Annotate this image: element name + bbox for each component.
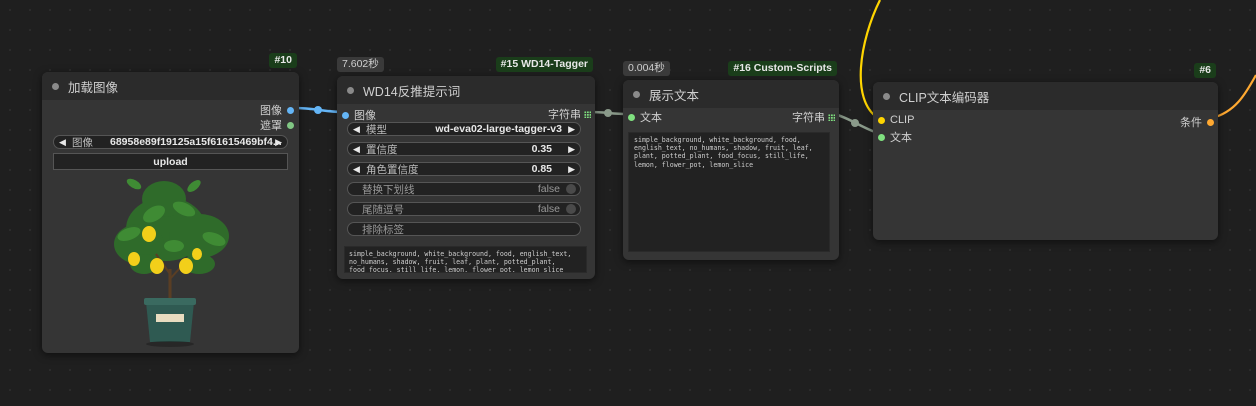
collapse-dot-icon[interactable]: [52, 82, 59, 90]
widget-value: false: [537, 183, 560, 195]
node-title-bar[interactable]: CLIP文本编码器: [873, 82, 1218, 110]
list-output-icon[interactable]: [828, 113, 835, 121]
toggle-knob[interactable]: [566, 204, 576, 214]
widget-label: 置信度: [366, 143, 398, 156]
clip-input-slot[interactable]: [878, 116, 885, 124]
collapse-dot-icon[interactable]: [347, 86, 354, 94]
widget-value: wd-eva02-large-tagger-v3: [435, 123, 562, 135]
node-title-bar[interactable]: 展示文本: [623, 80, 839, 108]
node-id-badge: #15 WD14-Tagger: [495, 57, 593, 72]
image-select-widget[interactable]: ◀ 图像 68958e89f19125a15f61615469bf4... ▶: [53, 135, 288, 149]
output-condition-row: 条件: [1180, 114, 1214, 130]
output-string-label: 字符串: [792, 112, 825, 124]
output-mask-row: 遮罩: [260, 117, 294, 133]
node-title: CLIP文本编码器: [899, 90, 990, 105]
widget-label: 角色置信度: [366, 163, 419, 176]
output-image-label: 图像: [260, 105, 282, 117]
node-title-bar[interactable]: WD14反推提示词: [337, 76, 595, 104]
widget-label: 模型: [366, 123, 387, 136]
output-image-row: 图像: [260, 102, 294, 118]
text-input-slot[interactable]: [878, 133, 885, 141]
tags-output-textarea[interactable]: simple_background, white_background, foo…: [344, 246, 587, 273]
list-output-icon[interactable]: [584, 110, 591, 118]
trailing-comma-toggle[interactable]: 尾随逗号 false: [347, 202, 581, 216]
widget-value: false: [537, 203, 560, 215]
node-title: WD14反推提示词: [363, 84, 461, 99]
node-title: 加载图像: [68, 80, 119, 95]
input-clip-row: CLIP: [878, 114, 914, 126]
widget-value: 0.85: [531, 163, 552, 175]
arrow-right-icon[interactable]: ▶: [568, 123, 575, 135]
text-input-slot[interactable]: [628, 113, 635, 121]
widget-label: 排除标签: [362, 223, 404, 236]
widget-value: 68958e89f19125a15f61615469bf4...: [110, 136, 282, 148]
widget-label: 尾随逗号: [362, 203, 404, 216]
image-output-slot[interactable]: [287, 106, 294, 114]
input-text-row: 文本: [878, 129, 912, 145]
node-id-badge: #16 Custom-Scripts: [728, 61, 837, 76]
clip-text-encode-node[interactable]: #6 CLIP文本编码器 CLIP 文本 条件: [873, 63, 1218, 240]
widget-value: 0.35: [531, 143, 552, 155]
output-string-label: 字符串: [548, 109, 581, 121]
node-title: 展示文本: [649, 88, 700, 103]
arrow-right-icon[interactable]: ▶: [568, 143, 575, 155]
wire-condition: [1211, 74, 1256, 120]
node-id-badge: #6: [1194, 63, 1216, 78]
image-preview: [114, 178, 229, 347]
collapse-dot-icon[interactable]: [883, 92, 890, 100]
input-text-label: 文本: [640, 112, 662, 124]
upload-label: upload: [153, 155, 188, 168]
output-string-row: 字符串: [548, 106, 591, 122]
input-clip-label: CLIP: [890, 114, 915, 126]
conditioning-output-slot[interactable]: [1207, 118, 1214, 126]
arrow-right-icon[interactable]: ▶: [568, 163, 575, 175]
node-id-badge: #10: [269, 53, 297, 68]
exclude-tags-field[interactable]: 排除标签: [347, 222, 581, 236]
display-textarea[interactable]: simple_background, white_background, foo…: [628, 132, 830, 252]
output-string-row: 字符串: [792, 109, 835, 125]
upload-button[interactable]: upload: [53, 153, 288, 170]
widget-label: 替换下划线: [362, 183, 415, 196]
input-text-row: 文本: [628, 109, 662, 125]
wire-string-2: [833, 112, 879, 135]
arrow-left-icon[interactable]: ◀: [353, 123, 360, 135]
node-title-bar[interactable]: 加载图像: [42, 72, 299, 100]
output-condition-label: 条件: [1180, 117, 1202, 129]
image-input-slot[interactable]: [342, 111, 349, 119]
load-image-node[interactable]: #10 加载图像 图像 遮罩 ◀ 图像 68958e89f19125a15f61…: [42, 53, 299, 353]
input-text-label: 文本: [890, 132, 912, 144]
model-widget[interactable]: ◀ 模型 wd-eva02-large-tagger-v3 ▶: [347, 122, 581, 136]
exec-time-badge: 7.602秒: [337, 57, 384, 72]
output-mask-label: 遮罩: [260, 120, 282, 132]
threshold-widget[interactable]: ◀ 置信度 0.35 ▶: [347, 142, 581, 156]
widget-label: 图像: [72, 136, 93, 149]
show-text-node[interactable]: 0.004秒 #16 Custom-Scripts 展示文本 文本 字符串 si…: [623, 61, 839, 260]
char-threshold-widget[interactable]: ◀ 角色置信度 0.85 ▶: [347, 162, 581, 176]
replace-underscore-toggle[interactable]: 替换下划线 false: [347, 182, 581, 196]
mask-output-slot[interactable]: [287, 121, 294, 129]
arrow-left-icon[interactable]: ◀: [59, 136, 66, 148]
toggle-knob[interactable]: [566, 184, 576, 194]
wd14-tagger-node[interactable]: 7.602秒 #15 WD14-Tagger WD14反推提示词 图像 字符串 …: [337, 57, 595, 279]
collapse-dot-icon[interactable]: [633, 90, 640, 98]
arrow-left-icon[interactable]: ◀: [353, 163, 360, 175]
arrow-left-icon[interactable]: ◀: [353, 143, 360, 155]
exec-time-badge: 0.004秒: [623, 61, 670, 76]
arrow-right-icon[interactable]: ▶: [275, 136, 282, 148]
